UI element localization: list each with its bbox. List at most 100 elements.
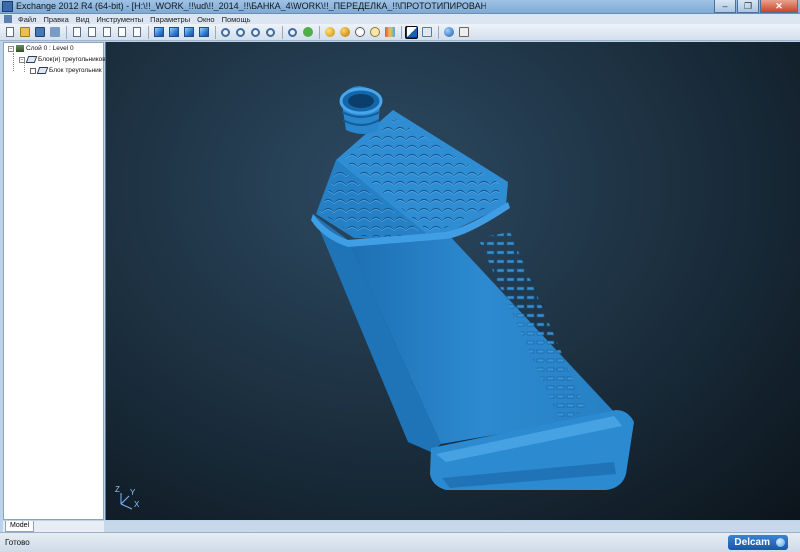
zoom-fit-icon [221,27,230,37]
layer-icon [16,45,24,52]
brand-label: Delcam [734,537,770,548]
display-mode-icon [406,27,417,37]
page-3-button[interactable] [115,26,128,39]
collapse-toggle[interactable]: − [8,45,14,52]
menu-help[interactable]: Помощь [222,15,251,24]
info-icon [458,27,469,37]
tab-model[interactable]: Model [5,521,35,532]
info-button[interactable] [457,26,470,39]
toolbar-separator [148,25,149,39]
tree-item-layer[interactable]: − Слой 0 : Level 0 [8,45,74,52]
menu-view[interactable]: Вид [76,15,90,24]
open-file-button[interactable] [18,26,31,39]
refresh-button[interactable] [301,26,314,39]
bottle-model [311,86,634,490]
model-tree-panel: − Слой 0 : Level 0 − Блок(и) треугольник… [3,42,106,520]
tree-item-layer-label: Слой 0 : Level 0 [26,45,74,52]
refresh-icon [302,27,313,37]
export-button[interactable] [48,26,61,39]
tree-connector [13,53,14,71]
zoom-window-icon [266,27,275,37]
viewport-bottom-border [104,521,800,532]
visibility-checkbox[interactable] [30,67,36,74]
mesh-block-icon [36,67,49,74]
page-button[interactable] [85,26,98,39]
menu-bar: Файл Правка Вид Инструменты Параметры Ок… [0,14,800,24]
globe-icon [354,27,365,37]
mesh-block-icon [25,56,38,63]
view-front-icon [153,27,164,37]
toolbar-separator [438,25,439,39]
view-front-button[interactable] [152,26,165,39]
tree-item-triangle-block[interactable]: Блок треугольник [30,67,102,74]
axis-z-label: Z [115,485,120,494]
collapse-toggle[interactable]: − [19,56,25,63]
zoom-out-icon [251,27,260,37]
toolbar-separator [401,25,402,39]
tree-item-triangle-blocks[interactable]: − Блок(и) треугольников [19,56,106,63]
shade-2-icon [339,27,350,37]
page-4-icon [132,27,141,37]
tree-item-triangle-blocks-label: Блок(и) треугольников [38,56,106,63]
view-back-button[interactable] [167,26,180,39]
maximize-button[interactable]: ❐ [737,0,759,13]
find-button[interactable] [286,26,299,39]
toolbar-separator [66,25,67,39]
zoom-out-button[interactable] [249,26,262,39]
view-top-button[interactable] [182,26,195,39]
app-icon[interactable] [2,1,13,12]
tree-item-triangle-block-label: Блок треугольник [49,67,102,74]
axis-y-label: Y [130,488,136,497]
page-3-icon [117,27,126,37]
axis-indicator: Z Y X [112,485,142,512]
new-file-icon [5,27,14,37]
properties-icon [421,27,432,37]
view-iso-button[interactable] [197,26,210,39]
copy-button[interactable] [70,26,83,39]
status-bar: Готово Delcam [0,532,800,552]
document-menu-icon[interactable] [4,15,12,23]
new-file-button[interactable] [3,26,16,39]
page-2-button[interactable] [100,26,113,39]
bulb-button[interactable] [368,26,381,39]
shade-button[interactable] [323,26,336,39]
toolbar-separator [215,25,216,39]
shade-2-button[interactable] [338,26,351,39]
menu-window[interactable]: Окно [197,15,214,24]
zoom-fit-button[interactable] [219,26,232,39]
help-icon [443,27,454,37]
save-button[interactable] [33,26,46,39]
menu-file[interactable]: Файл [18,15,36,24]
minimize-button[interactable]: ‒ [714,0,736,13]
help-button[interactable] [442,26,455,39]
page-4-button[interactable] [130,26,143,39]
menu-tools[interactable]: Инструменты [96,15,143,24]
delcam-logo-icon [776,538,785,547]
export-icon [49,27,60,37]
page-2-icon [102,27,111,37]
copy-icon [72,27,81,37]
properties-button[interactable] [420,26,433,39]
page-icon [87,27,96,37]
view-iso-icon [198,27,209,37]
menu-options[interactable]: Параметры [150,15,190,24]
window-controls: ‒ ❐ ✕ [714,0,798,13]
display-mode-button[interactable] [405,25,418,39]
disk-icon [34,27,45,37]
color-button[interactable] [383,26,396,39]
zoom-window-button[interactable] [264,26,277,39]
globe-button[interactable] [353,26,366,39]
title-bar: Exchange 2012 R4 (64-bit) - [H:\!!_WORK_… [0,0,800,14]
zoom-in-icon [236,27,245,37]
find-icon [288,27,297,37]
toolbar-separator [282,25,283,39]
axis-x-label: X [134,500,140,509]
color-icon [384,27,395,37]
menu-edit[interactable]: Правка [43,15,68,24]
zoom-in-button[interactable] [234,26,247,39]
delcam-logo: Delcam [728,535,788,550]
close-button[interactable]: ✕ [760,0,798,13]
tree-connector [24,63,25,72]
shade-icon [324,27,335,37]
3d-viewport[interactable]: Z Y X [105,42,800,520]
